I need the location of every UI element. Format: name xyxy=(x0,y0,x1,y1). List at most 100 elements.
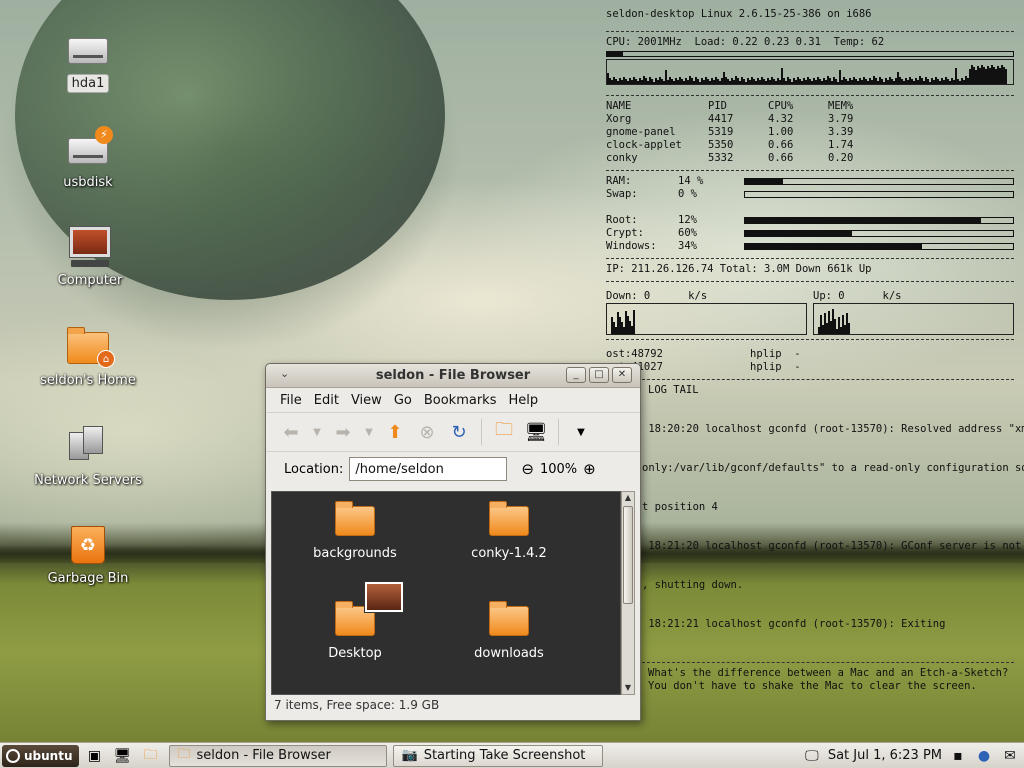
back-button[interactable]: ⬅ xyxy=(278,419,304,445)
task-take-screenshot[interactable]: 📷 Starting Take Screenshot xyxy=(392,744,603,767)
desktop-icon-computer[interactable]: Computer xyxy=(30,224,150,289)
file-item[interactable]: downloads xyxy=(444,601,574,661)
computer-icon xyxy=(67,224,113,268)
clock[interactable]: Sat Jul 1, 6:23 PM xyxy=(828,748,942,763)
ram-meter xyxy=(744,178,1014,185)
conky-header: seldon-desktop Linux 2.6.15-25-386 on i6… xyxy=(606,8,872,20)
task-file-browser[interactable]: 🗀 seldon - File Browser xyxy=(168,744,387,767)
scroll-down-arrow-icon[interactable]: ▼ xyxy=(622,682,634,694)
desktop-icon-label: usbdisk xyxy=(63,175,113,190)
process-col-mem: MEM% xyxy=(828,100,854,112)
process-header-row: NAME PID CPU% MEM% xyxy=(606,100,866,113)
minimize-button[interactable]: _ xyxy=(566,367,586,383)
desktop-icon-home[interactable]: ⌂ seldon's Home xyxy=(28,324,148,389)
forward-button[interactable]: ➡ xyxy=(330,419,356,445)
file-item-label: Desktop xyxy=(328,646,382,661)
cpu-graph xyxy=(606,59,1014,85)
windows-disk-meter-row: Windows: 34% xyxy=(606,240,1014,253)
desktop-icon-label: Garbage Bin xyxy=(47,571,129,586)
menu-go[interactable]: Go xyxy=(388,393,418,408)
zoom-level[interactable]: 100% xyxy=(540,462,577,477)
home-launcher[interactable]: 🗀 xyxy=(139,745,163,767)
location-input[interactable] xyxy=(349,457,508,481)
network-monitor-icon[interactable]: 🖵 xyxy=(802,746,822,766)
file-browser-window[interactable]: ⌄ seldon - File Browser _ □ ✕ File Edit … xyxy=(265,363,641,721)
maximize-button[interactable]: □ xyxy=(589,367,609,383)
computer-launcher[interactable]: 🖥 xyxy=(111,745,135,767)
mail-icon[interactable]: ✉ xyxy=(1000,746,1020,766)
toolbar-separator xyxy=(558,419,559,445)
file-item[interactable]: Desktop xyxy=(290,581,420,661)
graph-bar xyxy=(633,310,635,334)
root-disk-meter xyxy=(744,217,1014,224)
close-button[interactable]: ✕ xyxy=(612,367,632,383)
swap-meter-row: Swap: 0 % xyxy=(606,188,1014,201)
file-view[interactable]: backgrounds conky-1.4.2 Desktop download… xyxy=(271,491,621,695)
home-button[interactable]: 🗀 xyxy=(491,419,517,445)
menu-bookmarks[interactable]: Bookmarks xyxy=(418,393,503,408)
file-item[interactable]: conky-1.4.2 xyxy=(444,501,574,561)
graph-bar xyxy=(1005,68,1007,84)
desktop-icon-label: hda1 xyxy=(66,74,110,93)
stop-button[interactable]: ⊗ xyxy=(414,419,440,445)
task-label: seldon - File Browser xyxy=(196,748,331,763)
zoom-in-icon[interactable]: ⊕ xyxy=(583,460,596,478)
menu-file[interactable]: File xyxy=(274,393,308,408)
desktop-emblem-icon xyxy=(364,581,404,613)
reload-button[interactable]: ↻ xyxy=(446,419,472,445)
window-titlebar[interactable]: ⌄ seldon - File Browser _ □ ✕ xyxy=(266,364,640,388)
separator xyxy=(642,379,1014,380)
web-browser-icon[interactable]: ● xyxy=(974,746,994,766)
log-tail: 18:20:20 localhost gconfd (root-13570): … xyxy=(642,423,1024,630)
terminal-icon[interactable]: ▪ xyxy=(948,746,968,766)
graph-bar xyxy=(848,322,850,334)
separator xyxy=(606,31,1014,32)
ubuntu-menu-button[interactable]: ubuntu xyxy=(2,744,79,767)
desktop-icon-network-servers[interactable]: Network Servers xyxy=(28,424,148,489)
cpu-meter xyxy=(606,51,1014,57)
desktop-icon-usbdisk[interactable]: ⚡ usbdisk xyxy=(28,126,148,191)
separator xyxy=(606,95,1014,96)
up-label: Up: 0 k/s xyxy=(813,290,902,302)
zoom-out-icon[interactable]: ⊖ xyxy=(521,460,534,478)
back-history-dropdown[interactable]: ▼ xyxy=(310,419,324,445)
up-button[interactable]: ⬆ xyxy=(382,419,408,445)
show-desktop-button[interactable]: ▣ xyxy=(83,745,107,767)
hard-drive-icon xyxy=(65,26,111,70)
fortune: What's the difference between a Mac and … xyxy=(648,667,1009,692)
menu-edit[interactable]: Edit xyxy=(308,393,345,408)
location-bar: Location: ⊖ 100% ⊕ xyxy=(266,452,640,486)
system-tray: 🖵 Sat Jul 1, 6:23 PM ▪ ● ✉ xyxy=(802,746,1024,766)
chevron-down-icon: ▼ xyxy=(313,426,321,438)
file-item-label: downloads xyxy=(474,646,544,661)
desktop-icon-hda1[interactable]: hda1 xyxy=(28,26,148,93)
reload-icon: ↻ xyxy=(451,421,467,443)
process-row: clock-applet 5350 0.66 1.74 xyxy=(606,139,854,151)
computer-button[interactable]: 🖥 xyxy=(523,419,549,445)
scrollbar-thumb[interactable] xyxy=(623,506,633,604)
file-item[interactable]: backgrounds xyxy=(290,501,420,561)
desktop-icon-garbage-bin[interactable]: ♻ Garbage Bin xyxy=(28,522,148,587)
upload-graph xyxy=(813,303,1014,335)
toolbar-overflow-button[interactable]: ▼ xyxy=(568,419,594,445)
root-disk-meter-row: Root: 12% xyxy=(606,214,1014,227)
separator xyxy=(606,170,1014,171)
vertical-scrollbar[interactable]: ▲ ▼ xyxy=(621,491,635,695)
download-graph xyxy=(606,303,807,335)
menu-help[interactable]: Help xyxy=(502,393,544,408)
scroll-up-arrow-icon[interactable]: ▲ xyxy=(622,492,634,504)
home-folder-icon: ⌂ xyxy=(65,324,115,368)
toolbar-separator xyxy=(481,419,482,445)
crypt-disk-meter xyxy=(744,230,1014,237)
windows-disk-meter xyxy=(744,243,1014,250)
menu-view[interactable]: View xyxy=(345,393,388,408)
folder-icon xyxy=(335,501,375,536)
process-col-pid: PID xyxy=(708,100,727,112)
folder-icon: 🗀 xyxy=(177,746,191,762)
separator xyxy=(642,662,1014,663)
process-row: conky 5332 0.66 0.20 xyxy=(606,152,854,164)
show-desktop-icon: ▣ xyxy=(87,747,102,764)
forward-history-dropdown[interactable]: ▼ xyxy=(362,419,376,445)
process-col-name: NAME xyxy=(606,100,632,112)
desktop-icon-label: Network Servers xyxy=(34,473,142,488)
